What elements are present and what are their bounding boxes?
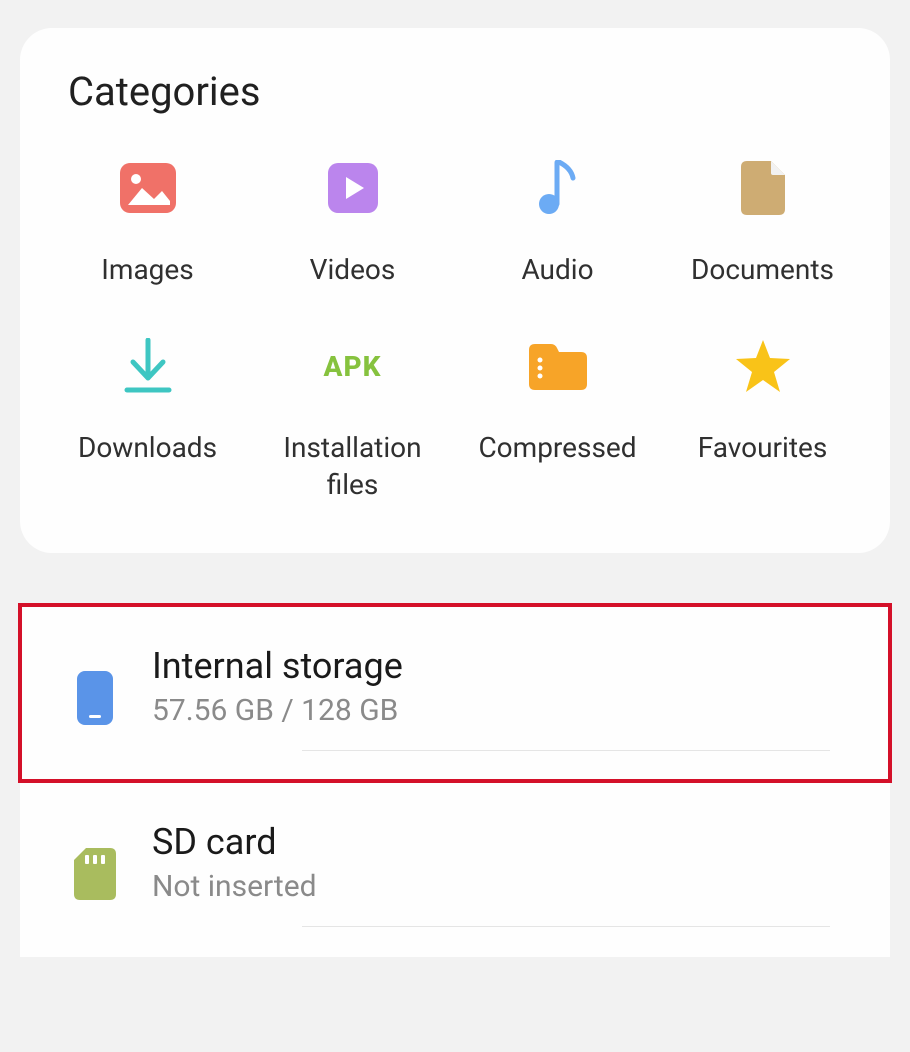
- storage-section: Internal storage 57.56 GB / 128 GB SD ca…: [20, 605, 890, 957]
- category-downloads[interactable]: Downloads: [50, 338, 245, 503]
- category-label: Favourites: [698, 430, 828, 466]
- categories-grid: Images Videos Audio: [40, 160, 870, 503]
- phone-storage-icon: [50, 671, 140, 725]
- categories-card: Categories Images Videos: [20, 28, 890, 553]
- sdcard-icon: [50, 848, 140, 900]
- categories-title: Categories: [68, 68, 870, 115]
- category-favourites[interactable]: Favourites: [665, 338, 860, 503]
- storage-internal-title: Internal storage: [152, 645, 860, 687]
- star-icon: [734, 338, 792, 394]
- category-label: Installation files: [255, 430, 450, 503]
- image-icon: [120, 160, 176, 216]
- audio-icon: [533, 160, 583, 216]
- category-label: Audio: [521, 252, 593, 288]
- category-label: Images: [101, 252, 193, 288]
- category-label: Compressed: [478, 430, 636, 466]
- category-compressed[interactable]: Compressed: [460, 338, 655, 503]
- apk-icon: APK: [324, 338, 382, 394]
- storage-internal[interactable]: Internal storage 57.56 GB / 128 GB: [20, 605, 890, 781]
- divider: [302, 926, 830, 927]
- document-icon: [741, 160, 785, 216]
- storage-sdcard-title: SD card: [152, 821, 860, 863]
- category-videos[interactable]: Videos: [255, 160, 450, 288]
- storage-text: SD card Not inserted: [152, 821, 860, 927]
- category-documents[interactable]: Documents: [665, 160, 860, 288]
- category-installation-files[interactable]: APK Installation files: [255, 338, 450, 503]
- storage-internal-subtitle: 57.56 GB / 128 GB: [152, 693, 860, 728]
- divider: [302, 750, 830, 751]
- category-label: Downloads: [78, 430, 217, 466]
- download-icon: [123, 338, 173, 394]
- storage-text: Internal storage 57.56 GB / 128 GB: [152, 645, 860, 751]
- category-label: Documents: [691, 252, 834, 288]
- compressed-icon: [529, 338, 587, 394]
- storage-sdcard[interactable]: SD card Not inserted: [20, 781, 890, 957]
- video-icon: [328, 160, 378, 216]
- storage-sdcard-subtitle: Not inserted: [152, 869, 860, 904]
- category-label: Videos: [310, 252, 396, 288]
- category-audio[interactable]: Audio: [460, 160, 655, 288]
- category-images[interactable]: Images: [50, 160, 245, 288]
